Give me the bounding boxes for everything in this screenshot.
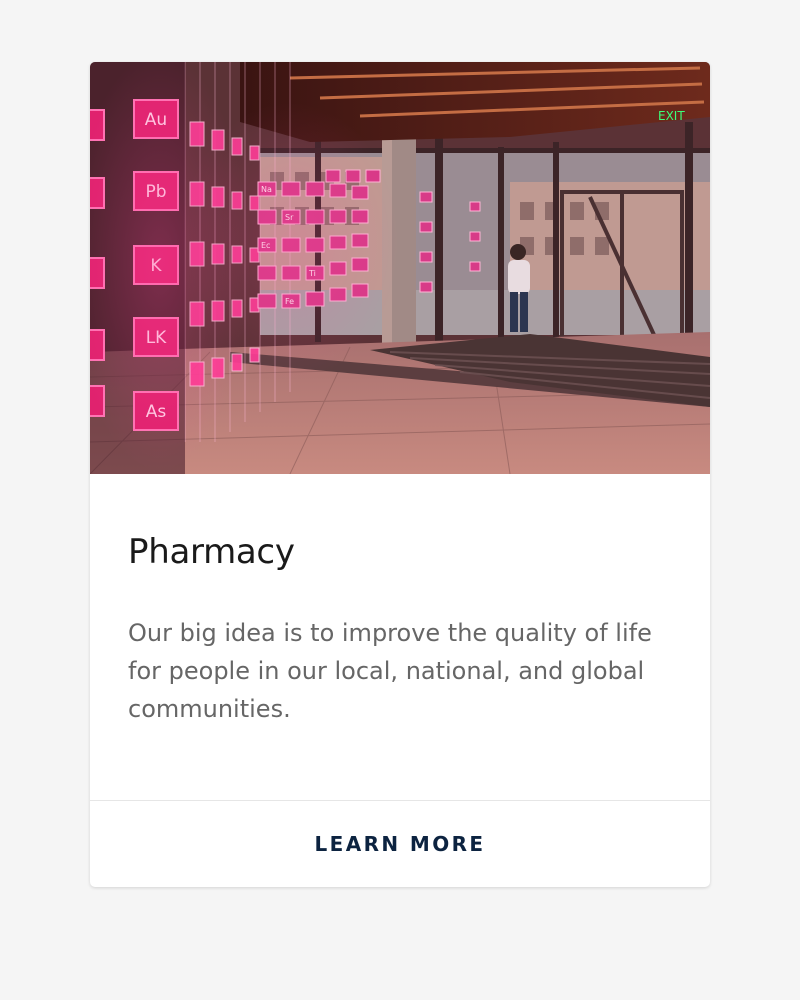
card-title: Pharmacy bbox=[128, 532, 295, 572]
pharmacy-card: EXIT Au Pb K LK As Na Sr Ec Ti Fe Pharma… bbox=[90, 62, 710, 887]
exit-sign: EXIT bbox=[658, 109, 685, 123]
card-image: EXIT Au Pb K LK As Na Sr Ec Ti Fe bbox=[90, 62, 710, 474]
card-description: Our big idea is to improve the quality o… bbox=[128, 619, 652, 723]
learn-more-button[interactable]: LEARN MORE bbox=[90, 801, 710, 887]
